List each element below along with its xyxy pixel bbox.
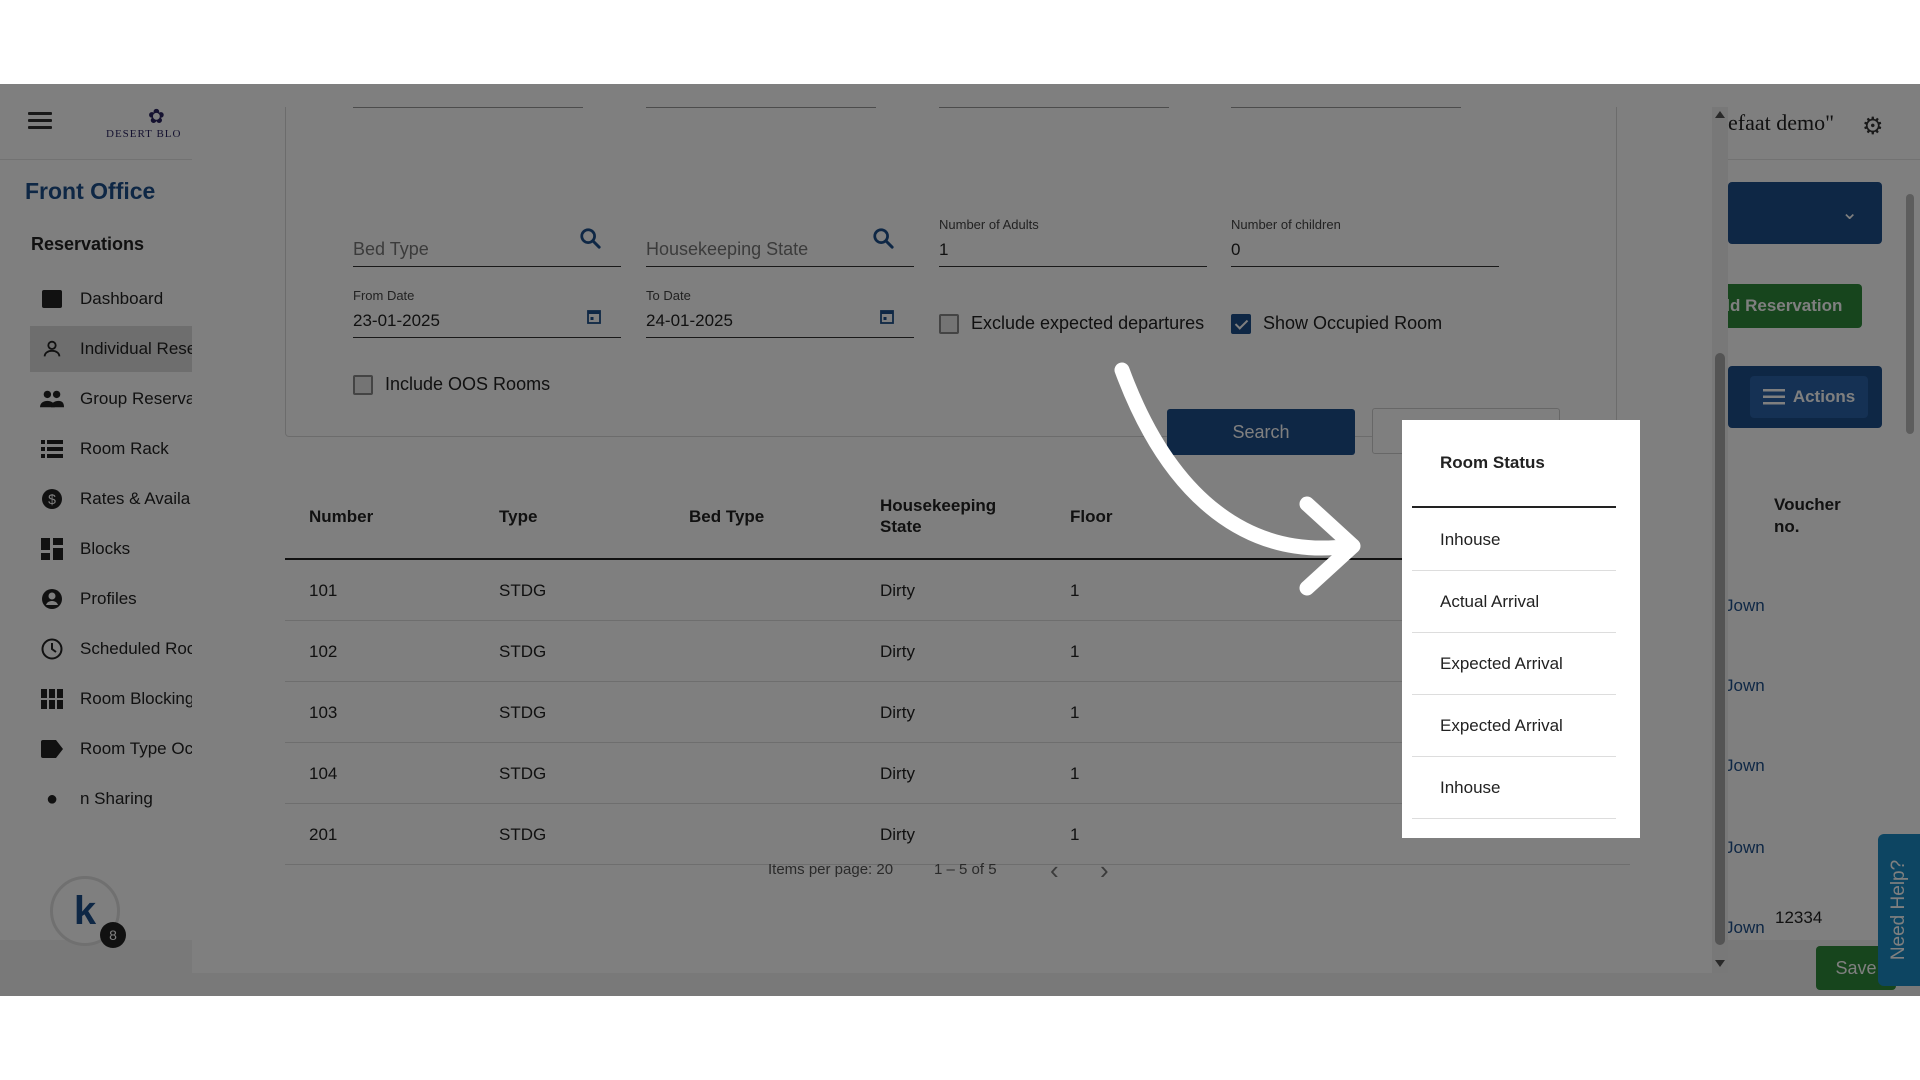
screen: ✿ DESERT BLO efaat demo" ⚙ Front Office …	[0, 84, 1920, 996]
cell-room-status: Inhouse	[1412, 758, 1616, 819]
cell-room-status: Expected Arrival	[1412, 696, 1616, 757]
cell-room-status: Inhouse	[1412, 510, 1616, 571]
room-status-column-highlight: Room Status Inhouse Actual Arrival Expecte…	[1402, 420, 1640, 838]
cell-room-status: Expected Arrival	[1412, 634, 1616, 695]
cell-room-status: Actual Arrival	[1412, 572, 1616, 633]
pointer-arrow-icon	[1114, 362, 1361, 596]
column-header-room-status[interactable]: Room Status	[1412, 420, 1616, 508]
